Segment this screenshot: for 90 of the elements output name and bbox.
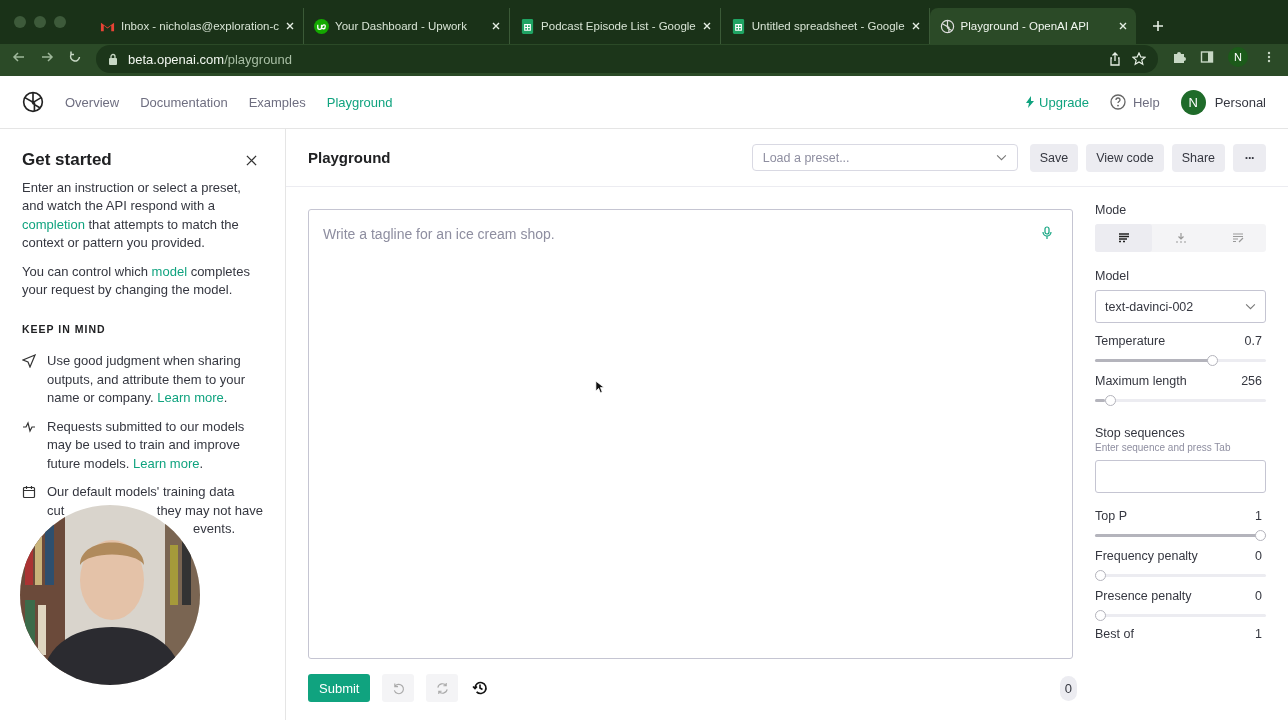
cursor-icon — [595, 380, 604, 394]
user-avatar[interactable]: N — [1180, 89, 1206, 115]
more-button[interactable]: ··· — [1233, 143, 1266, 172]
close-icon[interactable] — [285, 21, 296, 31]
learn-more-link[interactable]: Learn more — [157, 390, 224, 405]
profile-avatar[interactable]: N — [1228, 47, 1248, 67]
setting-value: 1 — [1255, 509, 1262, 523]
model-dropdown[interactable]: text-davinci-002 — [1095, 290, 1266, 323]
nav-link[interactable]: Overview — [65, 94, 120, 110]
toolbar-button[interactable]: Save — [1029, 143, 1079, 172]
refresh-icon — [435, 681, 449, 695]
slider-thumb[interactable] — [1255, 530, 1266, 541]
edit-lines-icon — [1231, 232, 1244, 244]
setting-label: Mode — [1095, 203, 1128, 217]
knot-logo-icon[interactable] — [22, 91, 44, 113]
nav-link[interactable]: Documentation — [140, 94, 228, 110]
help-link[interactable]: Help — [1109, 94, 1160, 110]
pulse-icon — [22, 419, 36, 434]
section-heading: KEEP IN MIND — [22, 321, 107, 337]
toolbar-button[interactable]: Share — [1171, 143, 1225, 172]
setting-label: Best of — [1095, 627, 1134, 641]
spreadsheet-icon — [730, 18, 746, 34]
slider-thumb[interactable] — [1095, 570, 1106, 581]
close-icon[interactable] — [246, 154, 257, 166]
help-icon — [1109, 94, 1126, 110]
tip-text: events. — [193, 520, 235, 538]
toolbar-button[interactable]: View code — [1086, 143, 1164, 172]
setting-value: 0 — [1255, 549, 1262, 563]
tip-text: Our default models' training data — [47, 483, 236, 501]
reload-icon[interactable] — [68, 50, 82, 64]
intro-paragraph: You can control which model completes your request by changing the model. — [22, 262, 251, 299]
share-icon[interactable] — [1108, 52, 1122, 66]
star-icon[interactable] — [1132, 52, 1146, 66]
back-icon[interactable] — [12, 50, 26, 64]
preset-dropdown[interactable]: Load a preset... — [751, 144, 1018, 171]
undo-icon — [391, 681, 405, 695]
close-icon[interactable] — [701, 21, 712, 31]
download-arrow-icon — [1174, 232, 1187, 244]
microphone-icon[interactable] — [1042, 226, 1052, 240]
puzzle-icon[interactable] — [1172, 50, 1186, 64]
setting-value: 0 — [1255, 589, 1262, 603]
tip-text: Use good judgment when sharing outputs, and attribute them to your name or company. Learn more. — [47, 352, 246, 407]
history-icon[interactable] — [472, 680, 489, 696]
upwork-icon — [314, 18, 330, 34]
forward-icon[interactable] — [40, 50, 54, 64]
setting-value: 1 — [1255, 627, 1262, 641]
token-count: 0 — [1059, 675, 1077, 701]
inline-link[interactable]: completion — [22, 216, 85, 232]
inline-link[interactable]: model — [151, 263, 188, 279]
new-tab-icon[interactable] — [1151, 20, 1164, 32]
mode-tab[interactable] — [1095, 224, 1152, 252]
setting-label: Temperature — [1095, 334, 1166, 348]
browser-tab[interactable]: Playground - OpenAI API — [929, 8, 1136, 44]
setting-label: Top P — [1095, 509, 1127, 523]
slider-thumb[interactable] — [1207, 355, 1218, 366]
tip-text: they may not have — [156, 501, 263, 520]
tip-text: Requests submitted to our models may be used to train and improve future models. Learn more. — [47, 417, 246, 473]
bolt-icon — [1026, 96, 1035, 108]
setting-value: 256 — [1241, 374, 1262, 388]
page-title: Playground — [308, 149, 391, 166]
lines-icon — [1117, 232, 1130, 244]
setting-value: 0.7 — [1244, 334, 1262, 348]
paper-plane-icon — [22, 354, 36, 368]
tip-text: cut — [47, 501, 65, 520]
hint-text: Enter sequence and press Tab — [1095, 442, 1232, 453]
account-name[interactable]: Personal — [1214, 94, 1266, 110]
upgrade-link[interactable]: Upgrade — [1026, 94, 1089, 110]
setting-label: Stop sequences — [1095, 426, 1186, 440]
spreadsheet-icon — [520, 18, 536, 34]
chevron-down-icon — [995, 154, 1007, 161]
calendar-icon — [22, 485, 36, 499]
lock-icon — [108, 53, 118, 65]
intro-paragraph: Enter an instruction or select a preset, and watch the API respond with a completion that attempts to match the context or pattern you provided. — [22, 178, 242, 252]
slider-thumb[interactable] — [1104, 395, 1116, 406]
url-text: beta.openai.com/playground — [128, 51, 293, 67]
nav-link[interactable]: Playground — [326, 94, 393, 110]
setting-label: Maximum length — [1095, 374, 1187, 388]
stop-sequence-field[interactable] — [1095, 460, 1266, 493]
panel-title: Get started — [22, 151, 112, 170]
setting-label: Frequency penalty — [1095, 549, 1198, 563]
slider-thumb[interactable] — [1095, 610, 1106, 621]
knot-icon — [939, 18, 955, 34]
nav-link[interactable]: Examples — [248, 94, 306, 110]
close-icon[interactable] — [491, 21, 502, 31]
prompt-editor[interactable]: Write a tagline for an ice cream shop. — [308, 209, 1073, 659]
address-bar[interactable]: beta.openai.com/playground — [96, 45, 1158, 73]
setting-label: Model — [1095, 269, 1131, 283]
sidebar-icon[interactable] — [1200, 50, 1214, 64]
setting-label: Presence penalty — [1095, 589, 1192, 603]
chevron-down-icon — [1245, 303, 1256, 310]
